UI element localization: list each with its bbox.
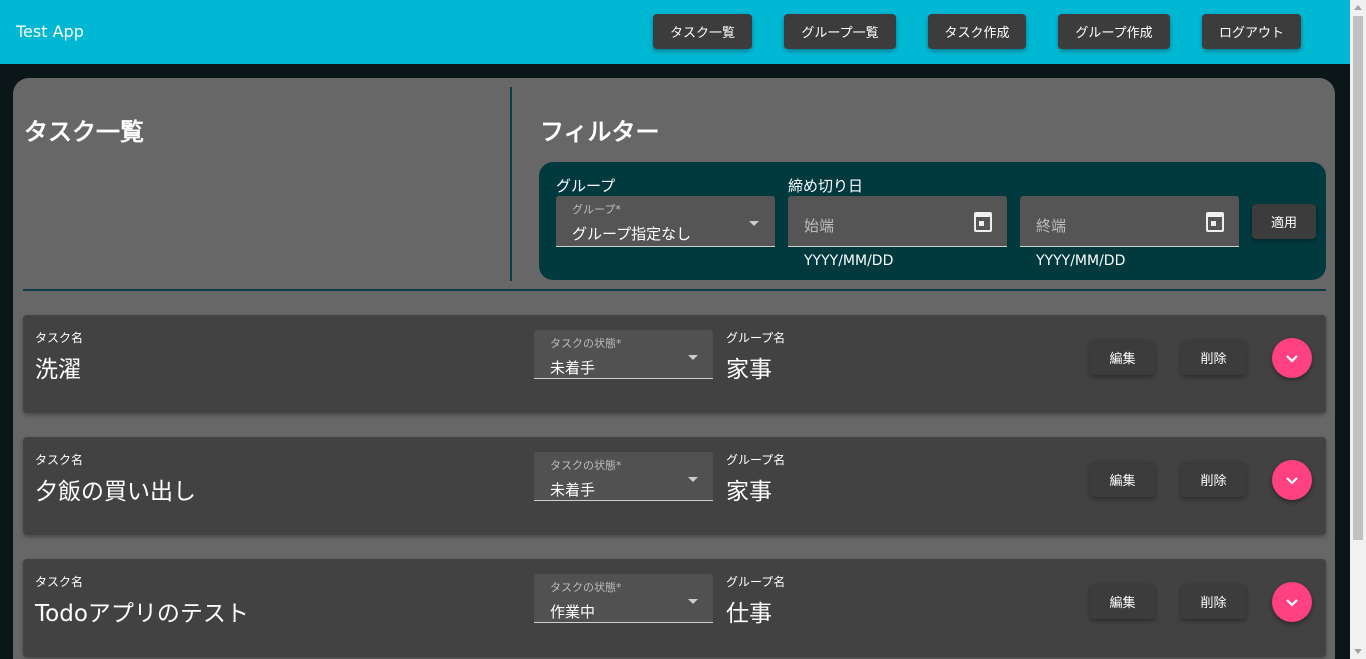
horizontal-divider <box>23 289 1326 291</box>
task-group: 仕事 <box>726 601 772 627</box>
start-date-field[interactable]: 始端 <box>788 196 1007 247</box>
task-status-label: タスクの状態* <box>550 459 622 472</box>
expand-button[interactable] <box>1272 582 1312 622</box>
page-title: タスク一覧 <box>24 118 144 146</box>
scroll-thumb[interactable] <box>1353 16 1363 540</box>
start-date-placeholder: 始端 <box>804 217 835 235</box>
task-name: Todoアプリのテスト <box>35 601 249 627</box>
group-select[interactable]: グループ* グループ指定なし <box>556 196 775 247</box>
start-date-helper: YYYY/MM/DD <box>804 253 894 269</box>
delete-button[interactable]: 削除 <box>1181 584 1246 619</box>
edit-button[interactable]: 編集 <box>1090 584 1155 619</box>
filter-group-label: グループ <box>556 177 616 195</box>
task-name-label: タスク名 <box>35 453 84 467</box>
task-group-label: グループ名 <box>726 453 786 467</box>
filter-panel: グループ 締め切り日 グループ* グループ指定なし 始端 YYYY/MM/DD … <box>539 162 1326 280</box>
task-group-label: グループ名 <box>726 331 786 345</box>
end-date-helper: YYYY/MM/DD <box>1036 253 1126 269</box>
nav-group-list-button[interactable]: グループ一覧 <box>784 14 896 49</box>
task-status-value: 未着手 <box>550 481 596 499</box>
chevron-down-icon <box>1286 477 1298 485</box>
task-status-value: 未着手 <box>550 359 596 377</box>
app-title: Test App <box>16 22 84 41</box>
task-status-select[interactable]: タスクの状態* 未着手 <box>534 330 713 379</box>
caret-down-icon <box>749 221 759 226</box>
nav-logout-button[interactable]: ログアウト <box>1202 14 1301 49</box>
chevron-down-icon <box>1286 355 1298 363</box>
task-name: 夕飯の買い出し <box>35 479 196 505</box>
scroll-up-arrow-icon[interactable] <box>1354 5 1362 10</box>
caret-down-icon <box>688 355 698 360</box>
caret-down-icon <box>688 477 698 482</box>
task-group: 家事 <box>726 479 772 505</box>
task-group: 家事 <box>726 357 772 383</box>
task-card: タスク名 夕飯の買い出し タスクの状態* 未着手 グループ名 家事 編集 削除 <box>23 437 1326 535</box>
end-date-field[interactable]: 終端 <box>1020 196 1239 247</box>
edit-button[interactable]: 編集 <box>1090 340 1155 375</box>
chevron-down-icon <box>1286 599 1298 607</box>
expand-button[interactable] <box>1272 460 1312 500</box>
task-name-label: タスク名 <box>35 331 84 345</box>
delete-button[interactable]: 削除 <box>1181 462 1246 497</box>
caret-down-icon <box>688 599 698 604</box>
expand-button[interactable] <box>1272 338 1312 378</box>
vertical-divider <box>510 87 512 281</box>
app-bar: Test App タスク一覧 グループ一覧 タスク作成 グループ作成 ログアウト <box>0 0 1350 64</box>
task-card: タスク名 Todoアプリのテスト タスクの状態* 作業中 グループ名 仕事 編集… <box>23 559 1326 657</box>
task-status-label: タスクの状態* <box>550 581 622 594</box>
task-card: タスク名 洗濯 タスクの状態* 未着手 グループ名 家事 編集 削除 <box>23 315 1326 413</box>
task-status-select[interactable]: タスクの状態* 作業中 <box>534 574 713 623</box>
task-status-value: 作業中 <box>550 603 596 621</box>
main-panel: タスク一覧 フィルター グループ 締め切り日 グループ* グループ指定なし 始端… <box>13 78 1335 659</box>
filter-title: フィルター <box>540 118 660 146</box>
apply-filter-button[interactable]: 適用 <box>1252 204 1316 239</box>
scrollbar[interactable] <box>1350 0 1366 659</box>
task-group-label: グループ名 <box>726 575 786 589</box>
group-select-value: グループ指定なし <box>572 225 692 243</box>
nav-create-task-button[interactable]: タスク作成 <box>928 14 1026 49</box>
calendar-icon[interactable] <box>1206 212 1224 232</box>
delete-button[interactable]: 削除 <box>1181 340 1246 375</box>
filter-deadline-label: 締め切り日 <box>788 177 864 195</box>
task-name-label: タスク名 <box>35 575 84 589</box>
group-select-label: グループ* <box>572 203 621 216</box>
edit-button[interactable]: 編集 <box>1090 462 1155 497</box>
task-name: 洗濯 <box>35 357 81 383</box>
end-date-placeholder: 終端 <box>1036 217 1067 235</box>
scroll-down-arrow-icon[interactable] <box>1354 649 1362 654</box>
nav-task-list-button[interactable]: タスク一覧 <box>653 14 752 49</box>
nav-create-group-button[interactable]: グループ作成 <box>1058 14 1170 49</box>
calendar-icon[interactable] <box>974 212 992 232</box>
task-status-select[interactable]: タスクの状態* 未着手 <box>534 452 713 501</box>
task-status-label: タスクの状態* <box>550 337 622 350</box>
